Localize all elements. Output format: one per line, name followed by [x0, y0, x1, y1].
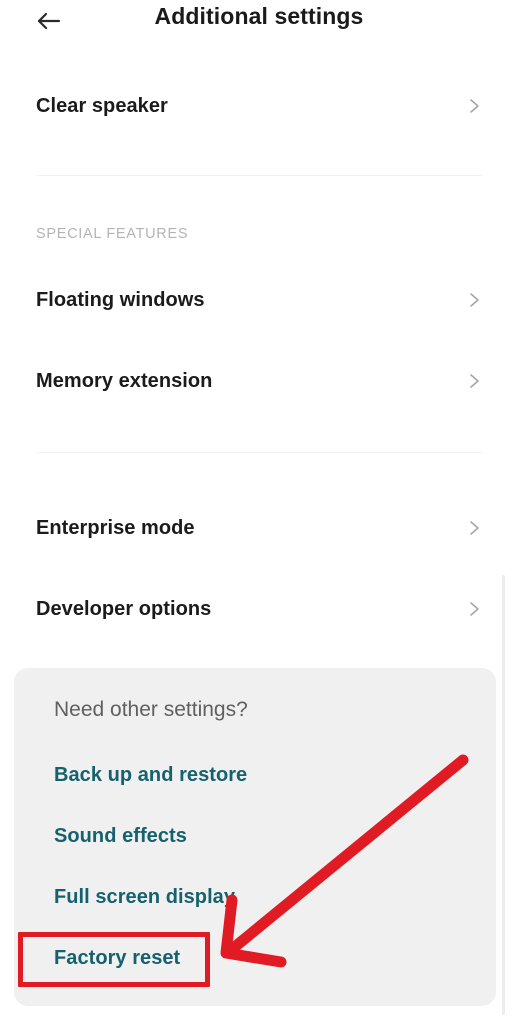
annotation-highlight-box: [18, 932, 210, 987]
app-header: Additional settings: [0, 0, 518, 62]
page-title: Additional settings: [154, 3, 364, 29]
link-back-up-and-restore[interactable]: Back up and restore: [54, 764, 247, 787]
chevron-right-icon: [464, 599, 484, 619]
settings-row-floating-windows[interactable]: Floating windows: [0, 277, 518, 323]
section-divider: [36, 452, 482, 453]
settings-row-label: Floating windows: [36, 288, 205, 311]
panel-heading: Need other settings?: [54, 698, 248, 721]
section-divider: [36, 175, 482, 176]
settings-row-label: Enterprise mode: [36, 516, 195, 539]
settings-row-clear-speaker[interactable]: Clear speaker: [0, 83, 518, 129]
settings-row-enterprise-mode[interactable]: Enterprise mode: [0, 505, 518, 551]
scrollbar[interactable]: [502, 575, 505, 1015]
chevron-right-icon: [464, 371, 484, 391]
chevron-right-icon: [464, 96, 484, 116]
settings-row-label: Clear speaker: [36, 94, 168, 117]
section-header-special-features: SPECIAL FEATURES: [36, 226, 189, 242]
settings-row-memory-extension[interactable]: Memory extension: [0, 358, 518, 404]
settings-row-label: Developer options: [36, 597, 212, 620]
link-full-screen-display[interactable]: Full screen display: [54, 886, 235, 909]
settings-row-label: Memory extension: [36, 369, 213, 392]
chevron-right-icon: [464, 290, 484, 310]
chevron-right-icon: [464, 518, 484, 538]
settings-row-developer-options[interactable]: Developer options: [0, 586, 518, 632]
link-sound-effects[interactable]: Sound effects: [54, 825, 187, 848]
